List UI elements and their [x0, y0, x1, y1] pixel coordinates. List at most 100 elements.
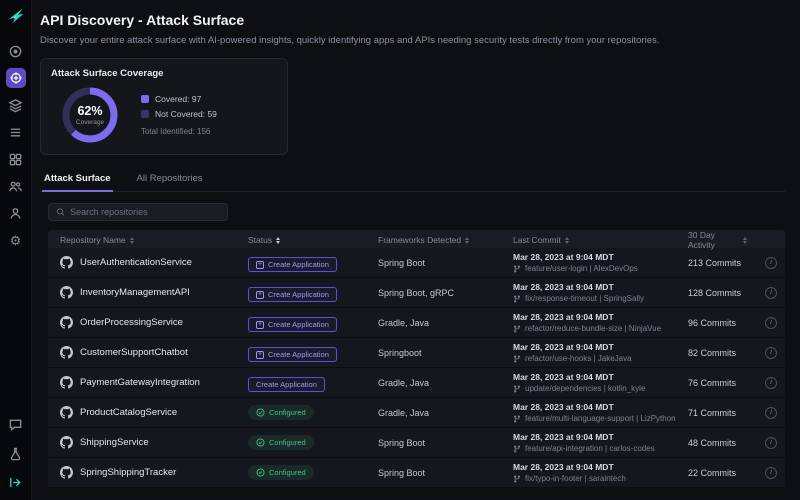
frameworks-detected: Gradle, Java	[378, 317, 430, 328]
github-icon	[60, 376, 73, 389]
column-30-day-activity[interactable]: 30 Day Activity	[688, 230, 747, 250]
legend-item-not-covered: Not Covered: 59	[141, 109, 217, 119]
main-content: API Discovery - Attack Surface Discover …	[32, 0, 800, 500]
info-icon[interactable]	[765, 286, 777, 299]
info-icon[interactable]	[765, 466, 777, 479]
page-subtitle: Discover your entire attack surface with…	[40, 35, 660, 46]
commit-date: Mar 28, 2023 at 9:04 MDT	[513, 312, 614, 322]
create-application-button[interactable]: Create Application	[248, 347, 337, 362]
plus-icon	[256, 350, 264, 359]
column-frameworks-detected[interactable]: Frameworks Detected	[378, 235, 513, 245]
collapse-arrow-icon[interactable]	[6, 472, 26, 492]
repo-name: CustomerSupportChatbot	[80, 347, 188, 358]
search-box[interactable]	[48, 203, 228, 221]
settings-icon[interactable]: ⚙	[6, 230, 26, 250]
sidebar-bottom-nav	[6, 414, 26, 492]
commit-date: Mar 28, 2023 at 9:04 MDT	[513, 462, 614, 472]
scan-list-icon[interactable]	[6, 122, 26, 142]
commit-count: 71 Commits	[688, 407, 737, 418]
attack-surface-coverage-card: Attack Surface Coverage 62% Coverage Cov…	[40, 58, 288, 155]
tab-all-repositories[interactable]: All Repositories	[135, 169, 205, 191]
github-icon	[60, 406, 73, 419]
search-icon	[56, 208, 65, 216]
create-application-button[interactable]: Create Application	[248, 376, 325, 392]
experiments-icon[interactable]	[6, 443, 26, 463]
create-application-button[interactable]: Create Application	[248, 287, 337, 302]
legend-label-covered: Covered: 97	[155, 94, 202, 104]
sort-icon	[276, 236, 281, 244]
info-icon[interactable]	[765, 376, 777, 389]
table-row: SpringShippingTracker Configured Spring …	[48, 458, 785, 488]
commit-date: Mar 28, 2023 at 9:04 MDT	[513, 282, 614, 292]
github-icon	[60, 316, 73, 329]
sort-icon	[129, 236, 134, 244]
repo-name: PaymentGatewayIntegration	[80, 377, 200, 388]
sidebar: ⚙	[0, 0, 32, 500]
coverage-percent-label: Coverage	[75, 119, 105, 126]
configured-badge: Configured	[248, 434, 314, 450]
commit-count: 76 Commits	[688, 377, 737, 388]
overview-icon[interactable]	[6, 41, 26, 61]
commit-count: 48 Commits	[688, 437, 737, 448]
commit-branch: feature/user-login | AlexDevOps	[525, 264, 638, 273]
frameworks-detected: Gradle, Java	[378, 377, 430, 388]
column-repository-name[interactable]: Repository Name	[60, 235, 248, 245]
table-row: ProductCatalogService Configured Gradle,…	[48, 398, 785, 428]
table-row: ShippingService Configured Spring Boot M…	[48, 428, 785, 458]
legend-swatch-covered	[141, 95, 149, 103]
create-application-button[interactable]: Create Application	[248, 317, 337, 332]
info-icon[interactable]	[765, 316, 777, 329]
frameworks-detected: Springboot	[378, 347, 422, 358]
commit-count: 213 Commits	[688, 257, 742, 268]
info-icon[interactable]	[765, 346, 777, 359]
repo-name: ProductCatalogService	[80, 407, 178, 418]
chat-icon[interactable]	[6, 414, 26, 434]
git-branch-icon	[513, 415, 520, 423]
repo-name: ShippingService	[80, 437, 149, 448]
info-icon[interactable]	[765, 436, 777, 449]
api-discovery-icon[interactable]	[5, 68, 26, 88]
commit-branch: refactor/use-hooks | JakeJava	[525, 354, 632, 363]
check-circle-icon	[256, 468, 265, 476]
sort-icon	[465, 236, 470, 244]
github-icon	[60, 436, 73, 449]
commit-count: 22 Commits	[688, 467, 737, 478]
table-row: CustomerSupportChatbot Create Applicatio…	[48, 338, 785, 368]
check-circle-icon	[256, 438, 265, 446]
repositories-table: Repository Name Status Frameworks Detect…	[48, 230, 785, 488]
commit-branch: feature/multi-language-support | LizPyth…	[525, 414, 676, 423]
commit-date: Mar 28, 2023 at 9:04 MDT	[513, 372, 614, 382]
frameworks-detected: Gradle, Java	[378, 407, 430, 418]
user-icon[interactable]	[6, 203, 26, 223]
hawk-logo[interactable]	[6, 6, 26, 31]
column-last-commit[interactable]: Last Commit	[513, 235, 688, 245]
frameworks-detected: Spring Boot	[378, 257, 426, 268]
github-icon	[60, 466, 73, 479]
app-window: ⚙ API Discovery - Attack Surface Discove…	[0, 0, 800, 500]
commit-branch: feature/api-integration | carlos-codes	[525, 444, 655, 453]
configured-badge: Configured	[248, 464, 314, 480]
applications-icon[interactable]	[6, 95, 26, 115]
integrations-icon[interactable]	[6, 149, 26, 169]
repo-name: OrderProcessingService	[80, 317, 183, 328]
commit-date: Mar 28, 2023 at 9:04 MDT	[513, 342, 614, 352]
git-branch-icon	[513, 475, 520, 483]
info-icon[interactable]	[765, 256, 777, 269]
commit-date: Mar 28, 2023 at 9:04 MDT	[513, 432, 614, 442]
info-icon[interactable]	[765, 406, 777, 419]
coverage-percent: 62%	[77, 104, 103, 118]
create-application-button[interactable]: Create Application	[248, 257, 337, 272]
plus-icon	[256, 320, 264, 329]
commit-branch: refactor/reduce-bundle-size | NinjaVue	[525, 324, 662, 333]
search-input[interactable]	[70, 207, 220, 217]
commit-count: 128 Commits	[688, 287, 742, 298]
tab-bar: Attack Surface All Repositories	[40, 169, 785, 192]
git-branch-icon	[513, 445, 520, 453]
sidebar-nav: ⚙	[5, 41, 26, 250]
legend-label-not-covered: Not Covered: 59	[155, 109, 217, 119]
tab-attack-surface[interactable]: Attack Surface	[42, 169, 113, 192]
column-status[interactable]: Status	[248, 235, 378, 245]
teams-icon[interactable]	[6, 176, 26, 196]
table-header: Repository Name Status Frameworks Detect…	[48, 230, 785, 250]
coverage-donut: 62% Coverage	[59, 84, 121, 146]
